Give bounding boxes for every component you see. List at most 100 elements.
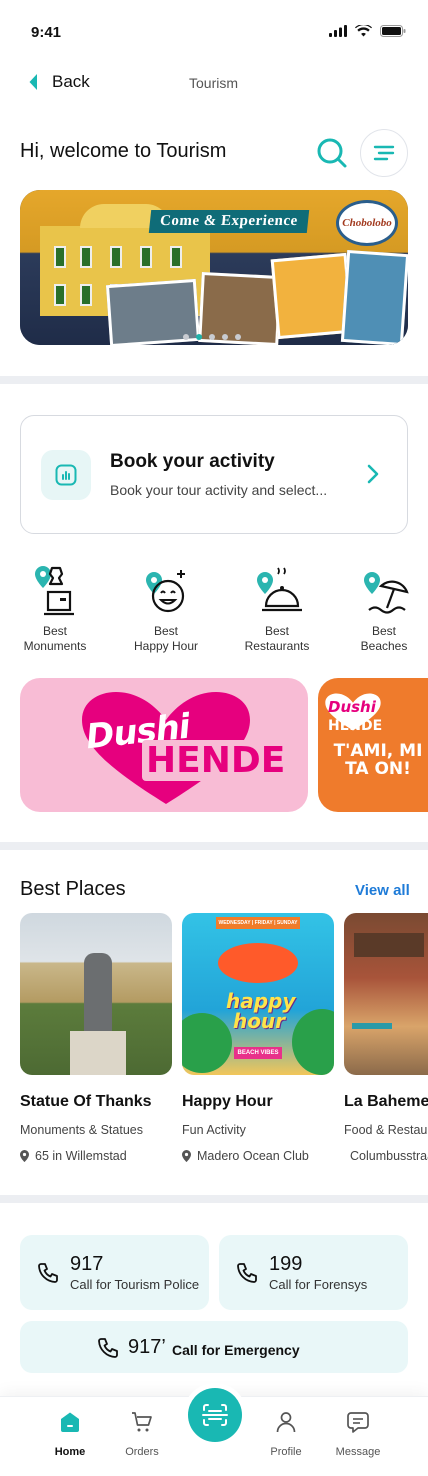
book-activity-title: Book your activity (110, 451, 275, 472)
call-forensys-card[interactable]: 199 Call for Forensys (219, 1235, 408, 1310)
tab-label: Orders (125, 1446, 159, 1458)
back-arrow-icon (29, 74, 37, 90)
banner-photo (340, 249, 408, 345)
monument-icon (35, 566, 74, 616)
view-all-link[interactable]: View all (355, 882, 410, 899)
best-places-title: Best Places (20, 878, 126, 900)
poster-sub-text: BEACH VIBES (234, 1047, 282, 1059)
pagination-dot[interactable] (235, 334, 241, 340)
tab-label: Message (335, 1446, 381, 1458)
promo2-title-line2: HENDE (328, 718, 383, 734)
section-divider (0, 1195, 428, 1203)
tab-home[interactable]: Home (40, 1411, 100, 1458)
call-number: 917 (70, 1253, 104, 1275)
poster-title: happy hour (226, 989, 296, 1033)
tab-message[interactable]: Message (328, 1411, 388, 1458)
phone-icon (237, 1263, 257, 1283)
call-label: Call for Tourism Police (70, 1277, 200, 1292)
place-name: Happy Hour (182, 1093, 273, 1110)
food-cloche-icon (257, 567, 302, 612)
pagination-dot-active[interactable] (196, 334, 202, 340)
page-title: Hi, welcome to Tourism (20, 140, 227, 162)
happy-face-icon (146, 570, 185, 613)
category-label-line2: Beaches (360, 639, 408, 653)
tab-orders[interactable]: Orders (112, 1411, 172, 1458)
place-name: Statue Of Thanks (20, 1093, 152, 1110)
call-number: 199 (269, 1253, 303, 1275)
place-category: Food & Restaurant (344, 1123, 428, 1137)
promo-card-dushi-hende[interactable]: Dushi HENDE (20, 678, 308, 812)
message-icon (347, 1412, 369, 1433)
back-button[interactable]: Back (28, 72, 90, 92)
section-divider (0, 842, 428, 850)
pagination-dot[interactable] (222, 334, 228, 340)
category-label-line1: Best (42, 624, 67, 638)
book-activity-card[interactable]: Book your activity Book your tour activi… (20, 415, 408, 534)
category-label-line2: Happy Hour (133, 639, 199, 653)
pagination-dot[interactable] (183, 334, 189, 340)
category-best-restaurants[interactable]: Best Restaurants (232, 562, 322, 654)
nav-bar: Back Tourism (0, 64, 428, 104)
scan-icon (202, 1404, 228, 1426)
banner-brand-logo: Chobolobo (336, 200, 398, 246)
place-location: Columbusstraat (350, 1149, 428, 1163)
place-image (20, 913, 172, 1075)
category-label-line1: Best (264, 624, 289, 638)
place-card[interactable]: La Baheme Food & Restaurant Columbusstra… (344, 913, 428, 1163)
place-category: Monuments & Statues (20, 1123, 143, 1137)
call-label: Call for Emergency (172, 1342, 300, 1358)
cart-icon (132, 1412, 152, 1432)
chevron-right-icon (367, 464, 379, 484)
call-tourism-police-card[interactable]: 917 Call for Tourism Police (20, 1235, 209, 1310)
place-location: 65 in Willemstad (35, 1149, 127, 1163)
category-best-happy-hour[interactable]: Best Happy Hour (121, 562, 211, 654)
location-pin-icon (182, 1150, 191, 1162)
promo-title-line2: HENDE (142, 740, 290, 781)
promo2-title-line1: Dushi (328, 698, 376, 716)
signal-icon (329, 25, 347, 37)
category-label-line2: Monuments (23, 639, 87, 653)
tab-label: Home (54, 1446, 86, 1458)
search-icon (317, 138, 347, 168)
call-number: 917’ (128, 1336, 166, 1358)
scan-fab-button[interactable] (188, 1388, 242, 1442)
poster-top-text: WEDNESDAY | FRIDAY | SUNDAY (216, 917, 300, 929)
home-icon (61, 1412, 79, 1432)
place-image (344, 913, 428, 1075)
category-label-line2: Restaurants (244, 639, 310, 653)
status-icons (329, 25, 406, 37)
tab-profile[interactable]: Profile (256, 1411, 316, 1458)
promo-banner[interactable]: Come & Experience Chobolobo (20, 190, 408, 345)
beach-umbrella-icon (364, 572, 409, 614)
place-card[interactable]: WEDNESDAY | FRIDAY | SUNDAY happy hour B… (182, 913, 334, 1163)
nav-title: Tourism (189, 75, 239, 91)
category-label-line1: Best (153, 624, 178, 638)
banner-caption: Come & Experience (148, 210, 309, 233)
category-label-line1: Best (371, 624, 396, 638)
pagination-dot[interactable] (209, 334, 215, 340)
wifi-icon (355, 25, 372, 37)
activity-icon-box (41, 450, 91, 500)
search-button[interactable] (313, 134, 351, 172)
category-best-monuments[interactable]: Best Monuments (10, 562, 100, 654)
phone-icon (98, 1338, 118, 1358)
status-bar: 9:41 (0, 0, 428, 60)
activity-chart-icon (55, 464, 77, 486)
battery-icon (380, 25, 406, 37)
section-divider (0, 376, 428, 384)
back-label: Back (52, 72, 90, 91)
category-best-beaches[interactable]: Best Beaches (339, 562, 428, 654)
place-location: Madero Ocean Club (197, 1149, 309, 1163)
promo-card-tami[interactable]: Dushi HENDE T'AMI, MI TA ON! (318, 678, 428, 812)
profile-icon (276, 1412, 296, 1433)
location-pin-icon (20, 1150, 29, 1162)
place-category: Fun Activity (182, 1123, 246, 1137)
call-emergency-card[interactable]: 917’ Call for Emergency (20, 1321, 408, 1373)
place-image: WEDNESDAY | FRIDAY | SUNDAY happy hour B… (182, 913, 334, 1075)
tab-label: Profile (270, 1446, 302, 1458)
status-time: 9:41 (31, 24, 62, 41)
banner-pagination (183, 334, 241, 340)
place-card[interactable]: Statue Of Thanks Monuments & Statues 65 … (20, 913, 172, 1163)
call-label: Call for Forensys (269, 1277, 368, 1292)
filter-button[interactable] (360, 129, 408, 177)
